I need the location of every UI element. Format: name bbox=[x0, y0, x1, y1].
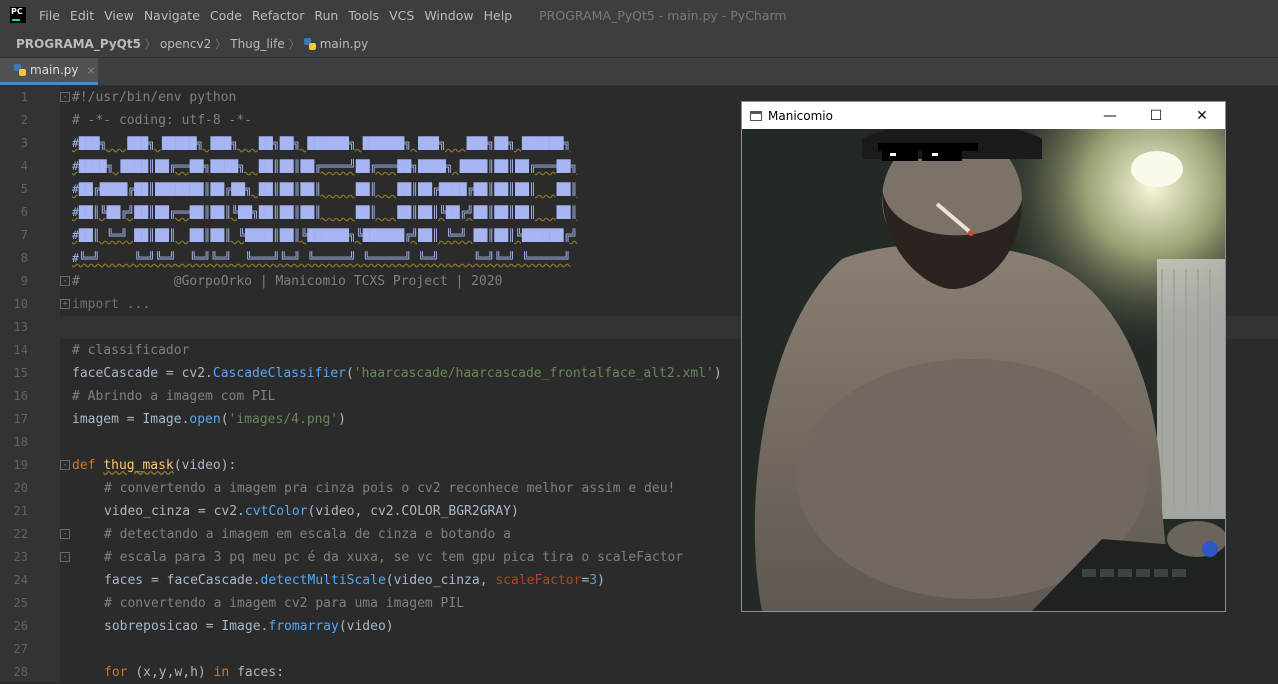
code-text: faceCascade = cv2.CascadeClassifier('haa… bbox=[72, 366, 722, 381]
code-text: # escala para 3 pq meu pc é da xuxa, se … bbox=[104, 550, 684, 565]
fold-marker-icon[interactable]: - bbox=[60, 552, 70, 562]
menu-window[interactable]: Window bbox=[419, 8, 478, 23]
menu-edit[interactable]: Edit bbox=[65, 8, 99, 23]
line-number: 18 bbox=[13, 435, 28, 449]
line-number: 25 bbox=[13, 596, 28, 610]
breadcrumb: PROGRAMA_PyQt5 〉 opencv2 〉 Thug_life 〉 m… bbox=[0, 30, 1278, 58]
code-line: 28 for (x,y,w,h) in faces: bbox=[0, 661, 1278, 684]
code-text: sobreposicao = Image.fromarray(video) bbox=[104, 619, 394, 634]
python-file-icon bbox=[303, 37, 316, 50]
code-text: # @GorpoOrko | Manicomio TCXS Project | … bbox=[72, 274, 503, 289]
line-number: 2 bbox=[20, 113, 28, 127]
line-number: 7 bbox=[20, 228, 28, 242]
tab-label: main.py bbox=[30, 63, 79, 77]
code-text: imagem = Image.open('images/4.png') bbox=[72, 412, 346, 427]
menu-view[interactable]: View bbox=[99, 8, 139, 23]
menu-refactor[interactable]: Refactor bbox=[247, 8, 309, 23]
line-number: 10 bbox=[13, 297, 28, 311]
breadcrumb-separator-icon: 〉 bbox=[215, 37, 227, 51]
ascii-banner-line: #██║ ╚═╝ ██║██║ ██║██║ ╚████║██║╚██████╗… bbox=[72, 228, 578, 242]
code-text: # -*- coding: utf-8 -*- bbox=[72, 113, 253, 128]
menu-help[interactable]: Help bbox=[479, 8, 518, 23]
window-title-text: Manicomio bbox=[768, 108, 833, 123]
menu-code[interactable]: Code bbox=[205, 8, 247, 23]
fold-expand-icon[interactable]: + bbox=[60, 299, 70, 309]
opencv-preview-window[interactable]: Manicomio — ☐ ✕ bbox=[741, 101, 1226, 612]
ascii-banner-line: #╚═╝ ╚═╝╚═╝ ╚═╝╚═╝ ╚═══╝╚═╝ ╚═════╝ ╚═══… bbox=[72, 251, 571, 265]
breadcrumb-folder-opencv2[interactable]: opencv2 bbox=[160, 37, 211, 51]
code-text: for (x,y,w,h) in faces: bbox=[104, 665, 285, 680]
line-number: 14 bbox=[13, 343, 28, 357]
menu-run[interactable]: Run bbox=[309, 8, 343, 23]
window-title: PROGRAMA_PyQt5 - main.py - PyCharm bbox=[539, 7, 787, 23]
code-text: video_cinza = cv2.cvtColor(video, cv2.CO… bbox=[104, 504, 519, 519]
ascii-banner-line: #███╗ ███╗ █████╗ ███╗ ██╗██╗ ██████╗ ██… bbox=[72, 136, 571, 150]
breadcrumb-separator-icon: 〉 bbox=[144, 37, 156, 51]
code-text: def thug_mask(video): bbox=[72, 458, 237, 473]
line-number: 8 bbox=[20, 251, 28, 265]
close-button[interactable]: ✕ bbox=[1179, 102, 1225, 129]
python-file-icon bbox=[14, 64, 26, 76]
code-text: # convertendo a imagem cv2 para uma imag… bbox=[104, 596, 465, 611]
editor-tab-bar: main.py × bbox=[0, 58, 1278, 86]
code-text: faces = faceCascade.detectMultiScale(vid… bbox=[104, 573, 605, 588]
breadcrumb-file-label: main.py bbox=[319, 36, 369, 51]
line-number: 13 bbox=[13, 320, 28, 334]
webcam-scene bbox=[742, 129, 1225, 611]
line-number: 19 bbox=[13, 458, 28, 472]
line-number: 21 bbox=[13, 504, 28, 518]
line-number: 22 bbox=[13, 527, 28, 541]
line-number: 28 bbox=[13, 665, 28, 679]
window-app-icon bbox=[750, 110, 762, 121]
tab-close-icon[interactable]: × bbox=[87, 64, 96, 77]
breadcrumb-folder-thug-life[interactable]: Thug_life bbox=[230, 37, 284, 51]
minimize-button[interactable]: — bbox=[1087, 102, 1133, 129]
breadcrumb-project[interactable]: PROGRAMA_PyQt5 bbox=[16, 37, 141, 51]
webcam-frame-image bbox=[742, 129, 1225, 611]
line-number: 16 bbox=[13, 389, 28, 403]
line-number: 23 bbox=[13, 550, 28, 564]
breadcrumb-file[interactable]: main.py bbox=[303, 36, 369, 51]
line-number: 24 bbox=[13, 573, 28, 587]
menu-navigate[interactable]: Navigate bbox=[139, 8, 205, 23]
pycharm-logo-icon: PC bbox=[10, 7, 26, 23]
menu-file[interactable]: File bbox=[34, 8, 65, 23]
fold-marker-icon[interactable]: - bbox=[60, 92, 70, 102]
line-number: 15 bbox=[13, 366, 28, 380]
breadcrumb-separator-icon: 〉 bbox=[288, 37, 300, 51]
code-text: # convertendo a imagem pra cinza pois o … bbox=[104, 481, 676, 496]
line-number: 20 bbox=[13, 481, 28, 495]
folded-import[interactable]: import ... bbox=[72, 293, 150, 316]
line-number: 17 bbox=[13, 412, 28, 426]
line-number: 26 bbox=[13, 619, 28, 633]
menu-vcs[interactable]: VCS bbox=[384, 8, 419, 23]
fold-marker-icon[interactable]: - bbox=[60, 460, 70, 470]
ascii-banner-line: #██║╚██╔╝██║██╔══██║██║╚██╗██║██║██║ ██║… bbox=[72, 205, 578, 219]
line-number: 4 bbox=[20, 159, 28, 173]
window-titlebar[interactable]: Manicomio — ☐ ✕ bbox=[742, 102, 1225, 129]
maximize-button[interactable]: ☐ bbox=[1133, 102, 1179, 129]
fold-marker-icon[interactable]: - bbox=[60, 529, 70, 539]
code-text: # classificador bbox=[72, 343, 190, 358]
menu-tools[interactable]: Tools bbox=[343, 8, 384, 23]
tab-main-py[interactable]: main.py × bbox=[0, 58, 98, 85]
code-line: 26 sobreposicao = Image.fromarray(video) bbox=[0, 615, 1278, 638]
line-number: 3 bbox=[20, 136, 28, 150]
code-text: #!/usr/bin/env python bbox=[72, 90, 237, 105]
line-number: 6 bbox=[20, 205, 28, 219]
line-number: 9 bbox=[20, 274, 28, 288]
code-text: # Abrindo a imagem com PIL bbox=[72, 389, 276, 404]
ascii-banner-line: #██╔████╔██║███████║██╔██╗ ██║██║██║ ██║… bbox=[72, 182, 578, 196]
ascii-banner-line: #████╗ ████║██╔══██╗████╗ ██║██║██╔════╝… bbox=[72, 159, 578, 173]
code-line: 27 bbox=[0, 638, 1278, 661]
code-text: # detectando a imagem em escala de cinza… bbox=[104, 527, 511, 542]
fold-marker-icon[interactable]: - bbox=[60, 276, 70, 286]
line-number: 27 bbox=[13, 642, 28, 656]
line-number: 1 bbox=[20, 90, 28, 104]
line-number: 5 bbox=[20, 182, 28, 196]
menu-bar: PC File Edit View Navigate Code Refactor… bbox=[0, 0, 1278, 30]
